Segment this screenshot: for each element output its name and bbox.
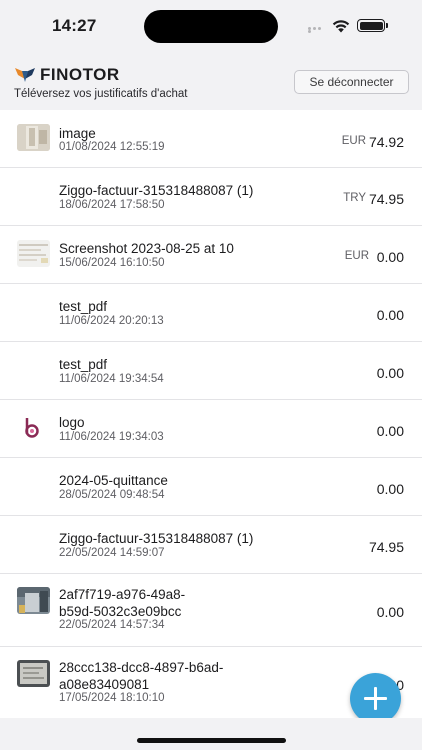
receipt-date: 15/06/2024 16:10:50 (59, 257, 165, 269)
photo-thumbnail-icon (17, 587, 50, 614)
receipt-title: logo (59, 415, 85, 430)
receipt-title: 2af7f719-a976-49a8- (59, 587, 186, 602)
receipt-date: 11/06/2024 19:34:03 (59, 431, 164, 443)
receipt-list[interactable]: image 01/08/2024 12:55:19 EUR 74.92 Zigg… (0, 110, 422, 718)
receipt-title: Screenshot 2023-08-25 at 10 (59, 241, 234, 256)
receipt-title: 2024-05-quittance (59, 473, 168, 488)
home-indicator[interactable] (137, 738, 286, 743)
receipt-amount: 74.92 (368, 134, 404, 150)
receipt-currency: TRY (343, 192, 366, 204)
receipt-amount: 0.00 (376, 307, 404, 323)
app-header: FINOTOR Téléversez vos justificatifs d'a… (0, 52, 422, 110)
receipt-date: 18/06/2024 17:58:50 (59, 199, 165, 211)
receipt-amount: 0.00 (376, 481, 404, 497)
screenshot-thumbnail-icon (17, 240, 50, 267)
receipt-date: 28/05/2024 09:48:54 (59, 489, 165, 501)
receipt-row[interactable]: Ziggo-factuur-315318488087 (1) 22/05/202… (0, 516, 422, 574)
status-time: 14:27 (52, 16, 97, 35)
logo-thumbnail-icon (17, 414, 50, 441)
receipt-title: Ziggo-factuur-315318488087 (1) (59, 531, 254, 546)
receipt-date: 01/08/2024 12:55:19 (59, 141, 165, 153)
receipt-title: test_pdf (59, 357, 108, 372)
status-bar: 14:27 (0, 0, 422, 52)
receipt-date: 22/05/2024 14:59:07 (59, 547, 165, 559)
receipt-date: 11/06/2024 20:20:13 (59, 315, 164, 327)
receipt-date: 17/05/2024 18:10:10 (59, 692, 165, 704)
document-thumbnail-icon (17, 660, 50, 687)
receipt-currency: EUR (344, 250, 369, 262)
battery-icon (357, 19, 385, 32)
receipt-title-line2: b59d-5032c3e09bcc (59, 604, 182, 619)
receipt-row[interactable]: logo 11/06/2024 19:34:03 0.00 (0, 400, 422, 458)
receipt-row[interactable]: 2af7f719-a976-49a8- b59d-5032c3e09bcc 22… (0, 574, 422, 647)
receipt-title: Ziggo-factuur-315318488087 (1) (59, 183, 254, 198)
receipt-row[interactable]: test_pdf 11/06/2024 20:20:13 0.00 (0, 284, 422, 342)
receipt-row[interactable]: 2024-05-quittance 28/05/2024 09:48:54 0.… (0, 458, 422, 516)
receipt-currency: EUR (341, 135, 366, 147)
receipt-row[interactable]: Ziggo-factuur-315318488087 (1) 18/06/202… (0, 168, 422, 226)
finotor-logo-icon (15, 68, 35, 82)
receipt-amount: 74.95 (368, 191, 404, 207)
receipt-amount: 74.95 (368, 539, 404, 555)
receipt-row[interactable]: Screenshot 2023-08-25 at 10 15/06/2024 1… (0, 226, 422, 284)
page-subtitle: Téléversez vos justificatifs d'achat (14, 88, 188, 100)
receipt-date: 11/06/2024 19:34:54 (59, 373, 164, 385)
receipt-title: test_pdf (59, 299, 108, 314)
plus-icon-vertical (374, 687, 377, 710)
receipt-row[interactable]: image 01/08/2024 12:55:19 EUR 74.92 (0, 110, 422, 168)
receipt-title-line2: a08e83409081 (59, 677, 150, 692)
dynamic-island (144, 10, 278, 43)
logout-button[interactable]: Se déconnecter (294, 70, 409, 94)
wifi-icon (332, 20, 350, 33)
battery-tip (386, 23, 388, 28)
receipt-amount: 0.00 (376, 423, 404, 439)
receipt-title: image (59, 126, 96, 141)
receipt-title: 28ccc138-dcc8-4897-b6ad- (59, 660, 224, 675)
receipt-amount: 0.00 (376, 604, 404, 620)
receipt-row[interactable]: test_pdf 11/06/2024 19:34:54 0.00 (0, 342, 422, 400)
bottom-safe-area (0, 718, 422, 750)
signal-dots-icon (308, 27, 326, 33)
photo-thumbnail-icon (17, 124, 50, 151)
brand-name: FINOTOR (40, 65, 120, 84)
add-receipt-button[interactable] (350, 673, 401, 724)
receipt-amount: 0.00 (376, 365, 404, 381)
receipt-date: 22/05/2024 14:57:34 (59, 619, 165, 631)
receipt-amount: 0.00 (376, 249, 404, 265)
